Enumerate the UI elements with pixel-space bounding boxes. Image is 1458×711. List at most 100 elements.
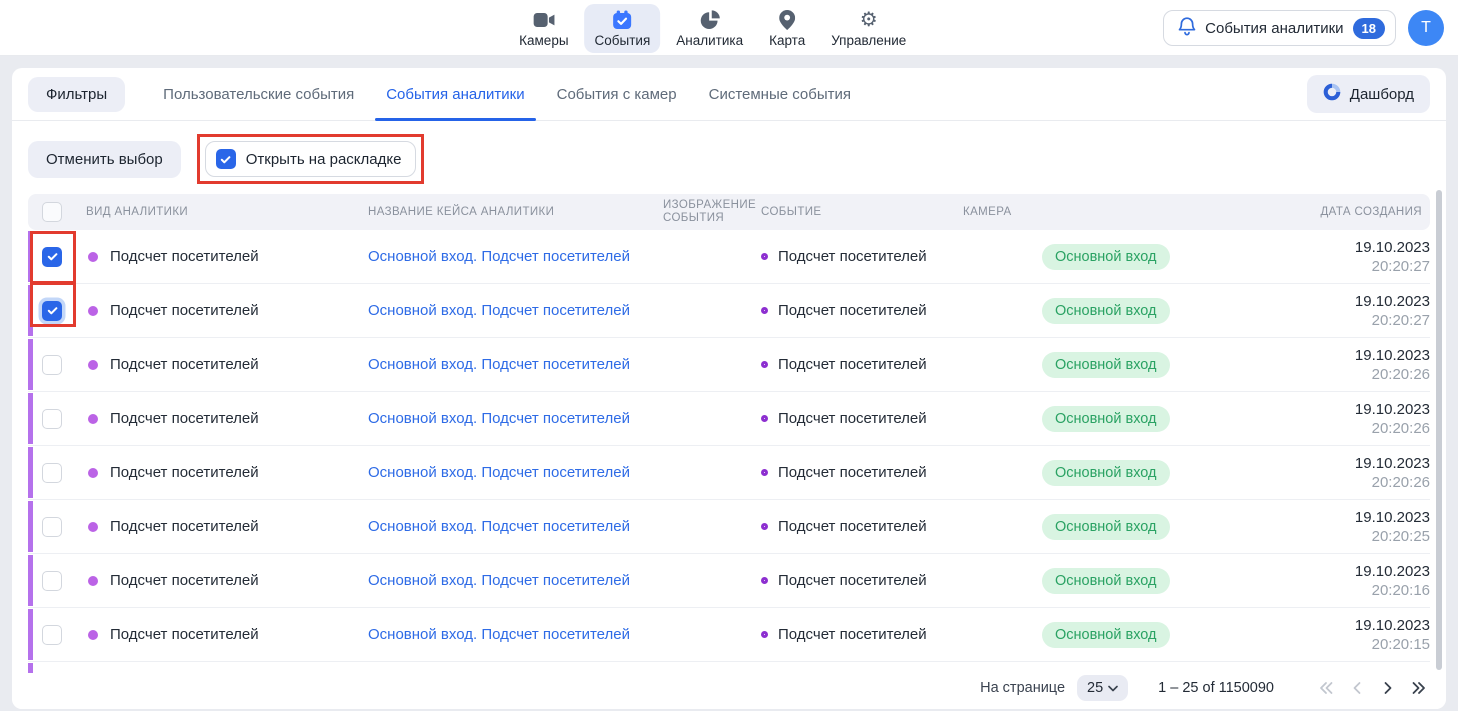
dashboard-button[interactable]: Дашборд <box>1307 75 1430 113</box>
select-all-checkbox[interactable] <box>42 202 62 222</box>
tab-user-events[interactable]: Пользовательские события <box>147 68 370 120</box>
event-ring-icon <box>761 469 768 476</box>
analytics-type-dot-icon <box>88 522 98 532</box>
event-ring-icon <box>761 577 768 584</box>
analytics-type-label: Подсчет посетителей <box>110 518 259 535</box>
event-ring-icon <box>761 631 768 638</box>
event-label: Подсчет посетителей <box>778 302 927 319</box>
vertical-scrollbar[interactable] <box>1436 190 1442 670</box>
analytics-case-link[interactable]: Основной вход. Подсчет посетителей <box>368 464 630 481</box>
per-page-select[interactable]: 25 <box>1077 675 1128 701</box>
top-right-group: События аналитики 18 T <box>1163 10 1444 46</box>
row-checkbox[interactable] <box>42 571 62 591</box>
analytics-type-label: Подсчет посетителей <box>110 464 259 481</box>
notification-button-label: События аналитики <box>1205 20 1343 37</box>
created-date-cell: 19.10.2023 20:20:26 <box>1290 400 1430 438</box>
pagination-controls <box>1312 675 1432 701</box>
analytics-type-label: Подсчет посетителей <box>110 572 259 589</box>
nav-item-map[interactable]: Карта <box>759 4 815 53</box>
nav-item-events[interactable]: События <box>585 4 661 53</box>
row-date: 19.10.2023 <box>1290 616 1430 635</box>
camera-badge[interactable]: Основной вход <box>1042 622 1170 648</box>
camera-badge[interactable]: Основной вход <box>1042 244 1170 270</box>
last-page-button[interactable] <box>1405 675 1432 701</box>
row-date: 19.10.2023 <box>1290 346 1430 365</box>
row-checkbox[interactable] <box>42 409 62 429</box>
camera-badge[interactable]: Основной вход <box>1042 352 1170 378</box>
column-header-event: СОБЫТИЕ <box>761 206 963 219</box>
analytics-type-dot-icon <box>88 252 98 262</box>
event-tabs: Пользовательские события События аналити… <box>147 68 867 120</box>
content-card: Фильтры Пользовательские события События… <box>12 68 1446 709</box>
tab-system-events[interactable]: Системные события <box>693 68 867 120</box>
open-on-layout-checkbox[interactable] <box>216 149 236 169</box>
nav-item-analytics[interactable]: Аналитика <box>666 4 753 53</box>
row-checkbox[interactable] <box>42 463 62 483</box>
filters-button[interactable]: Фильтры <box>28 77 125 112</box>
row-date: 19.10.2023 <box>1290 454 1430 473</box>
nav-item-management[interactable]: ⚙ Управление <box>821 4 916 53</box>
row-checkbox[interactable] <box>42 355 62 375</box>
table-row: Подсчет посетителей Основной вход. Подсч… <box>28 230 1430 284</box>
event-ring-icon <box>761 307 768 314</box>
created-date-cell: 19.10.2023 20:20:27 <box>1290 292 1430 330</box>
event-label: Подсчет посетителей <box>778 464 927 481</box>
created-date-cell: 19.10.2023 20:20:16 <box>1290 562 1430 600</box>
annotation-box <box>30 282 76 327</box>
analytics-type-label: Подсчет посетителей <box>110 410 259 427</box>
analytics-case-link[interactable]: Основной вход. Подсчет посетителей <box>368 626 630 643</box>
nav-label: События <box>595 33 651 48</box>
row-checkbox[interactable] <box>42 625 62 645</box>
nav-item-cameras[interactable]: Камеры <box>509 4 578 53</box>
created-date-cell: 19.10.2023 20:20:26 <box>1290 454 1430 492</box>
camera-badge[interactable]: Основной вход <box>1042 460 1170 486</box>
nav-label: Аналитика <box>676 33 743 48</box>
row-checkbox[interactable] <box>42 517 62 537</box>
per-page-value: 25 <box>1087 680 1103 696</box>
analytics-case-link[interactable]: Основной вход. Подсчет посетителей <box>368 410 630 427</box>
nav-label: Камеры <box>519 33 568 48</box>
camera-badge[interactable]: Основной вход <box>1042 568 1170 594</box>
events-table: ВИД АНАЛИТИКИ НАЗВАНИЕ КЕЙСА АНАЛИТИКИ И… <box>12 194 1446 709</box>
cancel-selection-button[interactable]: Отменить выбор <box>28 141 181 178</box>
camera-badge[interactable]: Основной вход <box>1042 514 1170 540</box>
tab-camera-events[interactable]: События с камер <box>541 68 693 120</box>
top-bar: Камеры События Аналитика Карта ⚙ Управле… <box>0 0 1458 56</box>
map-pin-icon <box>779 9 795 31</box>
analytics-case-link[interactable]: Основной вход. Подсчет посетителей <box>368 572 630 589</box>
tab-analytics-events[interactable]: События аналитики <box>370 68 540 120</box>
open-on-layout-button[interactable]: Открыть на раскладке <box>205 141 417 177</box>
annotation-box: Открыть на раскладке <box>197 134 425 184</box>
first-page-button[interactable] <box>1312 675 1339 701</box>
row-time: 20:20:27 <box>1290 257 1430 276</box>
analytics-type-dot-icon <box>88 360 98 370</box>
user-avatar[interactable]: T <box>1408 10 1444 46</box>
tabs-toolbar: Фильтры Пользовательские события События… <box>12 68 1446 121</box>
row-date: 19.10.2023 <box>1290 292 1430 311</box>
camera-badge[interactable]: Основной вход <box>1042 298 1170 324</box>
pie-chart-icon <box>700 9 720 31</box>
event-label: Подсчет посетителей <box>778 248 927 265</box>
table-row: Подсчет посетителей Основной вход. Подсч… <box>28 338 1430 392</box>
analytics-case-link[interactable]: Основной вход. Подсчет посетителей <box>368 356 630 373</box>
row-time: 20:20:26 <box>1290 473 1430 492</box>
analytics-case-link[interactable]: Основной вход. Подсчет посетителей <box>368 302 630 319</box>
next-page-button[interactable] <box>1374 675 1401 701</box>
created-date-cell: 19.10.2023 20:20:26 <box>1290 346 1430 384</box>
dashboard-donut-icon <box>1323 83 1341 105</box>
analytics-case-link[interactable]: Основной вход. Подсчет посетителей <box>368 518 630 535</box>
analytics-type-label: Подсчет посетителей <box>110 626 259 643</box>
table-row: Подсчет посетителей Основной вход. Подсч… <box>28 554 1430 608</box>
pagination-range-label: 1 – 25 of 1150090 <box>1158 680 1274 696</box>
camera-badge[interactable]: Основной вход <box>1042 406 1170 432</box>
camera-icon <box>533 9 555 31</box>
table-row: Подсчет посетителей Основной вход. Подсч… <box>28 392 1430 446</box>
column-header-case-name: НАЗВАНИЕ КЕЙСА АНАЛИТИКИ <box>368 206 663 219</box>
analytics-events-notification-button[interactable]: События аналитики 18 <box>1163 10 1396 46</box>
analytics-case-link[interactable]: Основной вход. Подсчет посетителей <box>368 248 630 265</box>
column-header-camera: КАМЕРА <box>963 206 1290 219</box>
analytics-type-label: Подсчет посетителей <box>110 248 259 265</box>
previous-page-button[interactable] <box>1343 675 1370 701</box>
row-time: 20:20:25 <box>1290 527 1430 546</box>
analytics-type-label: Подсчет посетителей <box>110 356 259 373</box>
